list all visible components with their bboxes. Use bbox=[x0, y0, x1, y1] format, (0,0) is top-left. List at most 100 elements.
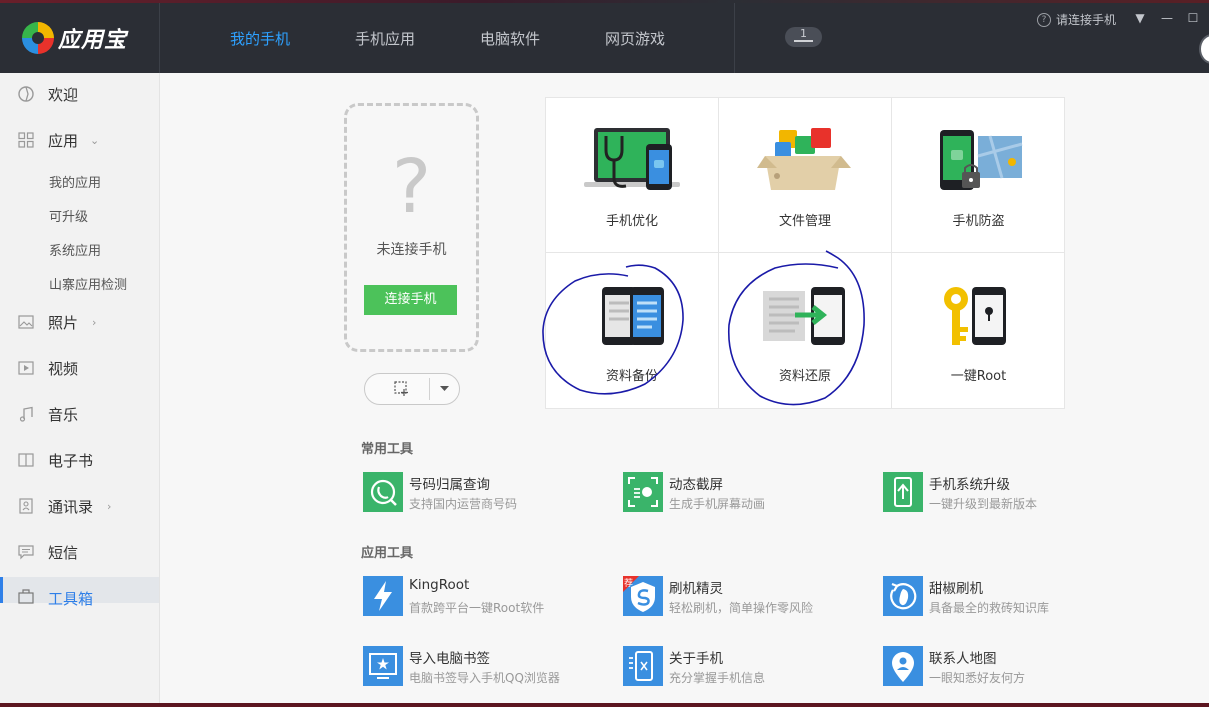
tab-phone-apps[interactable]: 手机应用 bbox=[355, 28, 415, 49]
chevron-down-icon: ⌄ bbox=[90, 133, 100, 147]
tool-desc: 充分掌握手机信息 bbox=[669, 671, 766, 685]
tool-shuaji-jingling[interactable]: 荐 刷机精灵 轻松刷机，简单操作零风险 bbox=[623, 576, 863, 618]
download-badge[interactable]: 1 bbox=[785, 27, 822, 47]
tool-desc: 一键升级到最新版本 bbox=[929, 497, 1038, 511]
sidebar-item-music[interactable]: 音乐 bbox=[0, 399, 159, 429]
feature-file-manager[interactable]: 文件管理 bbox=[719, 98, 892, 253]
ebook-icon bbox=[18, 453, 34, 467]
feature-data-backup[interactable]: 资料备份 bbox=[546, 253, 719, 408]
tab-pc-software[interactable]: 电脑软件 bbox=[480, 28, 540, 49]
sidebar-item-label: 工具箱 bbox=[48, 590, 94, 608]
data-backup-icon bbox=[602, 287, 664, 345]
about-phone-icon bbox=[623, 646, 663, 686]
sidebar-item-welcome[interactable]: 欢迎 bbox=[0, 79, 159, 109]
screenshot-button[interactable] bbox=[365, 374, 429, 404]
user-avatar[interactable] bbox=[1199, 34, 1209, 64]
import-bookmarks-icon bbox=[363, 646, 403, 686]
connect-hint-label: 请连接手机 bbox=[1056, 13, 1117, 27]
sidebar-item-label: 应用 bbox=[48, 131, 79, 150]
feature-label: 一键Root bbox=[950, 369, 1007, 384]
tab-my-phone[interactable]: 我的手机 bbox=[230, 28, 290, 49]
tool-desc: 电脑书签导入手机QQ浏览器 bbox=[409, 671, 560, 685]
sidebar-item-label: 音乐 bbox=[48, 405, 79, 424]
tool-desc: 支持国内运营商号码 bbox=[409, 497, 518, 511]
tool-dynamic-screenshot[interactable]: 动态截屏 生成手机屏幕动画 bbox=[623, 472, 863, 514]
music-icon bbox=[19, 406, 33, 422]
contact-map-icon bbox=[883, 646, 923, 686]
tool-name: 联系人地图 bbox=[929, 651, 997, 667]
header-divider bbox=[734, 3, 735, 73]
sidebar-item-contacts[interactable]: 通讯录 › bbox=[0, 491, 159, 521]
photo-icon bbox=[18, 315, 34, 329]
tool-kingroot[interactable]: KingRoot 首款跨平台一键Root软件 bbox=[363, 576, 603, 618]
feature-one-click-root[interactable]: 一键Root bbox=[892, 253, 1065, 408]
feature-label: 资料还原 bbox=[778, 369, 831, 384]
feature-data-restore[interactable]: 资料还原 bbox=[719, 253, 892, 408]
minimize-button[interactable]: — bbox=[1160, 11, 1174, 25]
welcome-icon bbox=[18, 86, 34, 102]
sidebar-item-label: 视频 bbox=[48, 359, 79, 378]
chevron-right-icon: › bbox=[92, 315, 97, 329]
file-manager-icon bbox=[757, 128, 851, 190]
common-tools-title: 常用工具 bbox=[361, 442, 414, 457]
taskbar-edge bbox=[0, 703, 1209, 707]
tool-name: 关于手机 bbox=[669, 651, 723, 667]
chevron-right-icon: › bbox=[107, 499, 112, 513]
tool-desc: 具备最全的救砖知识库 bbox=[929, 601, 1050, 615]
video-icon bbox=[18, 361, 34, 375]
tool-contact-map[interactable]: 联系人地图 一眼知悉好友何方 bbox=[883, 646, 1123, 688]
sidebar-item-label: 欢迎 bbox=[48, 85, 79, 104]
connect-phone-button[interactable]: 连接手机 bbox=[364, 285, 457, 315]
sms-icon bbox=[18, 545, 34, 560]
connect-phone-hint[interactable]: ? 请连接手机 bbox=[1037, 11, 1116, 28]
feature-anti-theft[interactable]: 手机防盗 bbox=[892, 98, 1065, 253]
sidebar-item-ebook[interactable]: 电子书 bbox=[0, 445, 159, 475]
app-window: 应用宝 我的手机 手机应用 电脑软件 网页游戏 1 ? 请连接手机 ▼ — ☐ … bbox=[0, 0, 1209, 707]
sidebar-sub-fake-app-check[interactable]: 山寨应用检测 bbox=[49, 274, 127, 293]
screenshot-dropdown-button[interactable] bbox=[430, 374, 460, 404]
sidebar: 欢迎 应用 ⌄ 我的应用 可升级 系统应用 山寨应用检测 照片 › 视频 音乐 … bbox=[0, 73, 160, 707]
phone-number-lookup-icon bbox=[363, 472, 403, 512]
tool-name: 手机系统升级 bbox=[929, 477, 1010, 493]
tool-system-upgrade[interactable]: 手机系统升级 一键升级到最新版本 bbox=[883, 472, 1123, 514]
sidebar-sub-my-apps[interactable]: 我的应用 bbox=[49, 172, 101, 191]
sidebar-item-toolbox[interactable]: 工具箱 bbox=[0, 577, 159, 608]
feature-label: 手机防盗 bbox=[952, 214, 1005, 229]
feature-label: 文件管理 bbox=[778, 214, 831, 229]
sidebar-sub-upgradable[interactable]: 可升级 bbox=[49, 206, 88, 225]
yingyongbao-logo-icon bbox=[22, 22, 54, 54]
feature-label: 手机优化 bbox=[605, 214, 658, 229]
sidebar-item-sms[interactable]: 短信 bbox=[0, 537, 159, 567]
sidebar-item-video[interactable]: 视频 bbox=[0, 353, 159, 383]
tool-name: KingRoot bbox=[409, 577, 470, 593]
sidebar-item-label: 通讯录 bbox=[48, 497, 94, 516]
sidebar-sub-system-apps[interactable]: 系统应用 bbox=[49, 240, 101, 259]
sidebar-item-photos[interactable]: 照片 › bbox=[0, 307, 159, 337]
tool-about-phone[interactable]: 关于手机 充分掌握手机信息 bbox=[623, 646, 863, 688]
tool-import-bookmarks[interactable]: 导入电脑书签 电脑书签导入手机QQ浏览器 bbox=[363, 646, 603, 688]
tool-name: 动态截屏 bbox=[669, 477, 723, 493]
menu-dropdown-icon[interactable]: ▼ bbox=[1133, 11, 1147, 25]
screenshot-split-button bbox=[364, 373, 460, 405]
root-key-icon bbox=[944, 287, 1006, 345]
tianjiao-flash-icon bbox=[883, 576, 923, 616]
feature-phone-optimize[interactable]: 手机优化 bbox=[546, 98, 719, 253]
tool-name: 甜椒刷机 bbox=[929, 581, 983, 597]
feature-label: 资料备份 bbox=[605, 369, 658, 384]
tool-name: 号码归属查询 bbox=[409, 477, 490, 493]
sidebar-item-label: 短信 bbox=[48, 543, 79, 562]
tool-tianjiao-flash[interactable]: 甜椒刷机 具备最全的救砖知识库 bbox=[883, 576, 1123, 618]
help-icon: ? bbox=[1037, 12, 1051, 27]
dynamic-screenshot-icon bbox=[623, 472, 663, 512]
sidebar-item-apps[interactable]: 应用 ⌄ bbox=[0, 125, 159, 155]
kingroot-lightning-icon bbox=[363, 576, 403, 616]
anti-theft-icon bbox=[940, 130, 1023, 190]
phone-optimize-icon bbox=[584, 128, 680, 190]
tool-name: 刷机精灵 bbox=[669, 581, 723, 597]
phone-placeholder-card: ? 未连接手机 连接手机 bbox=[344, 103, 479, 352]
feature-grid: 手机优化 文件管理 手机防盗 资料备份 资料还原 一键Root bbox=[545, 97, 1065, 409]
sidebar-item-label: 电子书 bbox=[48, 451, 94, 470]
tab-web-games[interactable]: 网页游戏 bbox=[605, 28, 665, 49]
tool-number-lookup[interactable]: 号码归属查询 支持国内运营商号码 bbox=[363, 472, 603, 514]
maximize-button[interactable]: ☐ bbox=[1186, 11, 1200, 25]
